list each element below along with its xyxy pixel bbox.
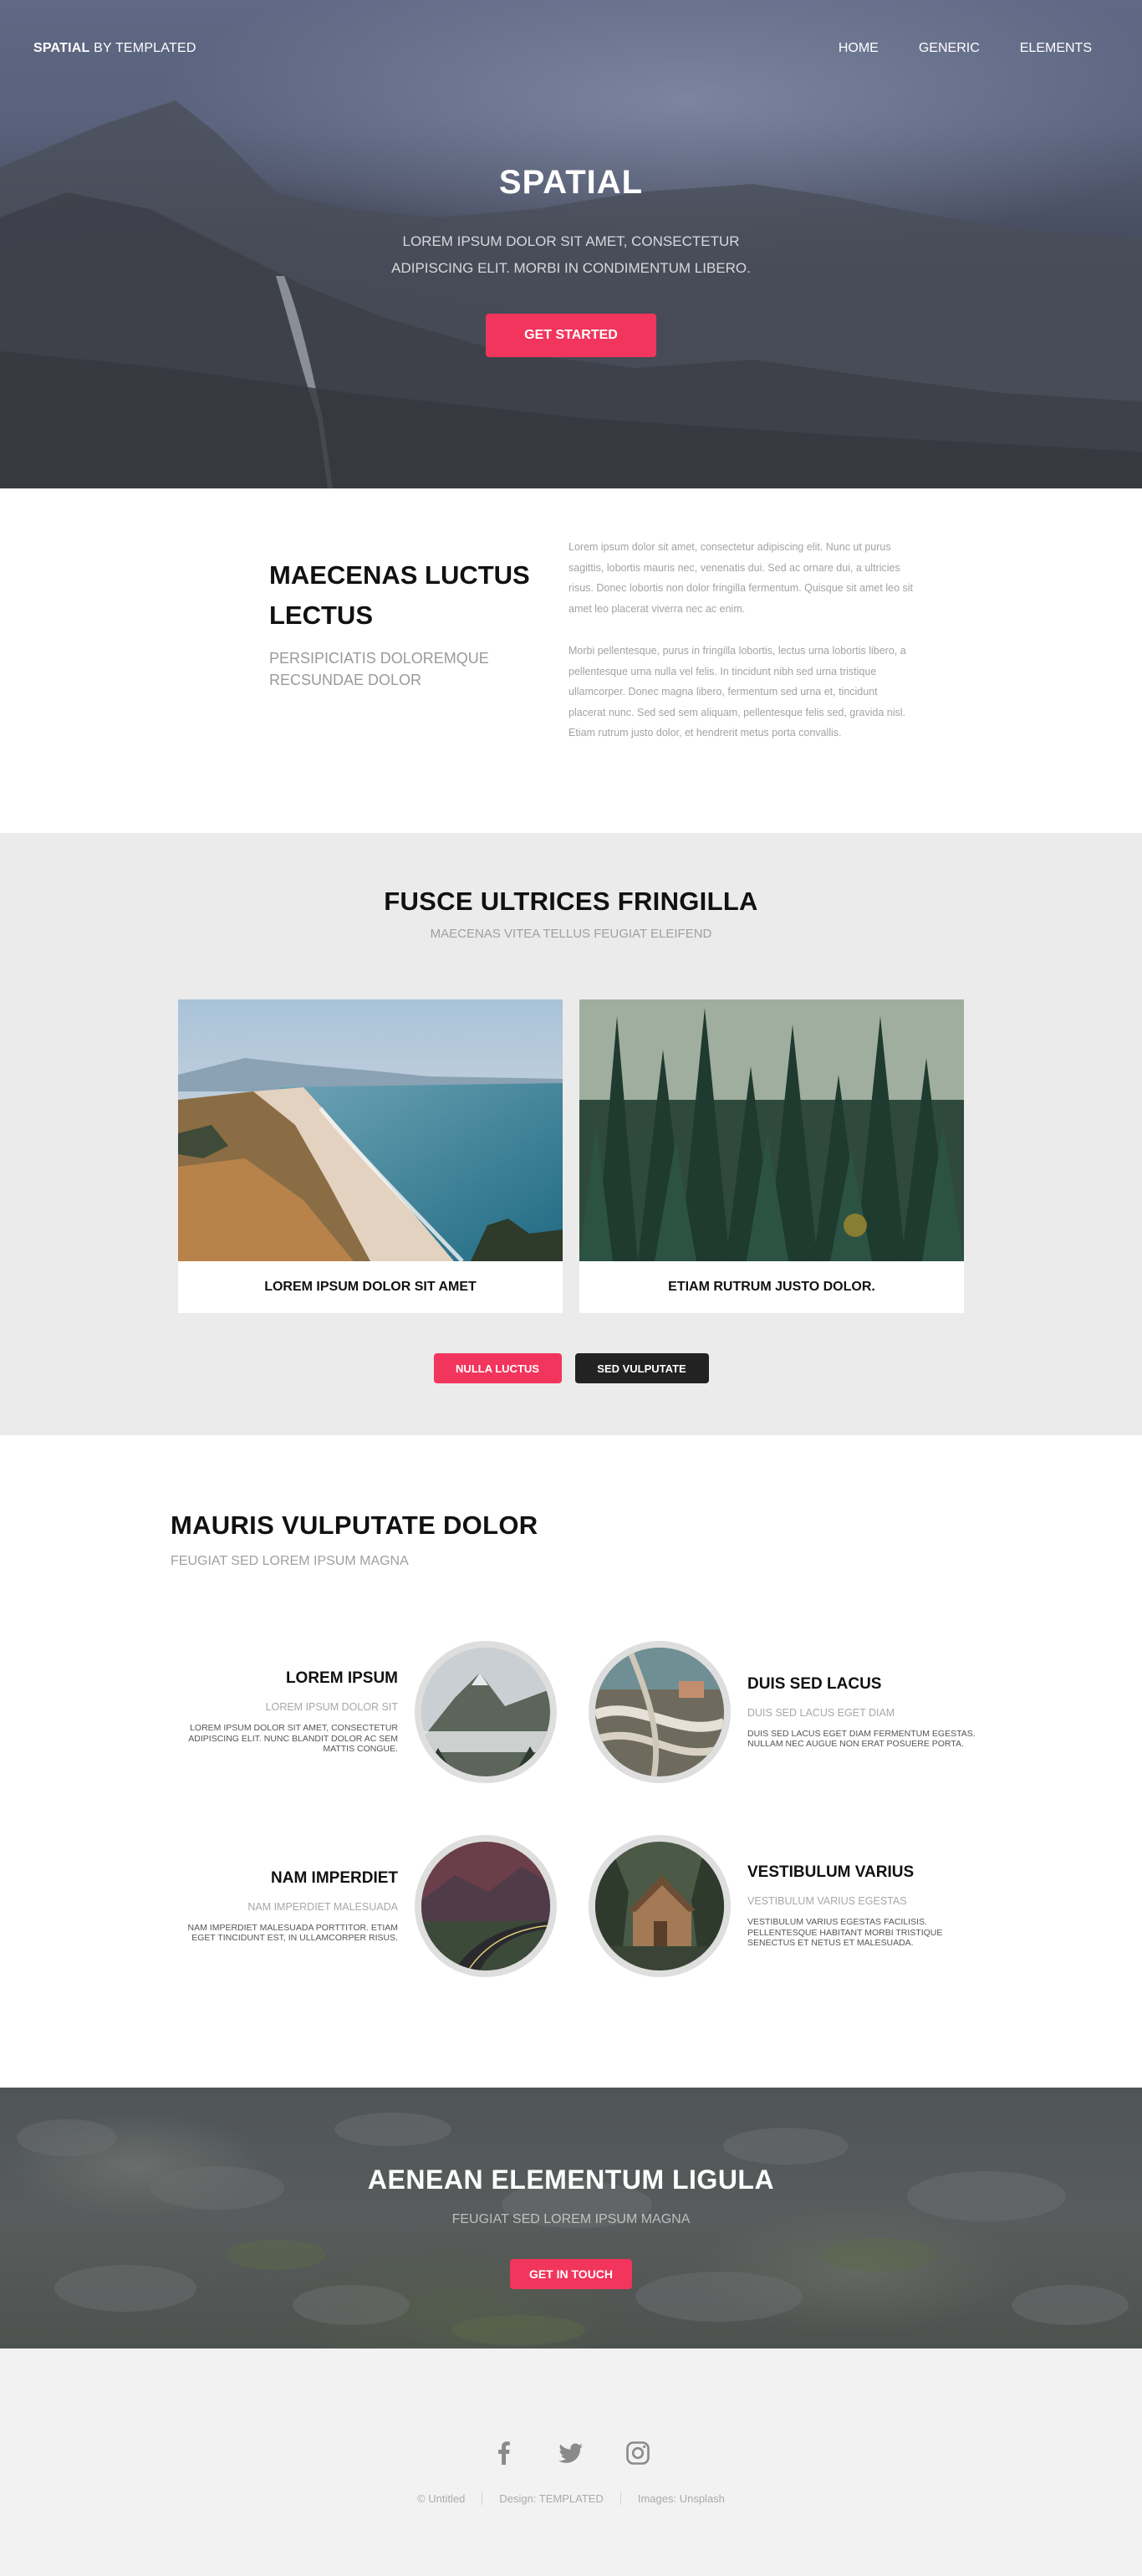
- get-started-button[interactable]: GET STARTED: [486, 314, 656, 357]
- misty-mountain-image: [421, 1648, 550, 1776]
- features-section: MAURIS VULPUTATE DOLOR FEUGIAT SED LOREM…: [0, 1435, 1142, 2088]
- design-credit-link[interactable]: Design: TEMPLATED: [482, 2492, 620, 2505]
- main-nav: HOME GENERIC ELEMENTS: [798, 41, 1092, 56]
- gallery-button-group: NULLA LUCTUS SED VULPUTATE: [0, 1353, 1142, 1383]
- feature-title: LOREM IPSUM: [285, 1669, 398, 1688]
- card-caption: LOREM IPSUM DOLOR SIT AMET: [264, 1280, 477, 1294]
- feature-description: DUIS SED LACUS EGET DIAM FERMENTUM EGEST…: [747, 1728, 976, 1750]
- feature-text: VESTIBULUM VARIUS VESTIBULUM VARIUS EGES…: [747, 1863, 981, 1949]
- get-in-touch-button[interactable]: GET IN TOUCH: [510, 2259, 632, 2289]
- cta-subtitle: FEUGIAT SED LOREM IPSUM MAGNA: [451, 2212, 691, 2226]
- forest-image: [579, 999, 964, 1261]
- feature-subtitle: NAM IMPERDIET MALESUADA: [247, 1900, 398, 1913]
- cta-title: AENEAN ELEMENTUM LIGULA: [367, 2165, 775, 2195]
- intro-heading-block: MAECENAS LUCTUS LECTUS PERSIPICIATIS DOL…: [269, 537, 568, 833]
- beach-coast-image: [178, 999, 563, 1261]
- intro-text-block: Lorem ipsum dolor sit amet, consectetur …: [568, 537, 913, 833]
- gallery-cards: LOREM IPSUM DOLOR SIT AMET ETIAM RUTRUM …: [0, 999, 1142, 1313]
- features-subtitle: FEUGIAT SED LOREM IPSUM MAGNA: [171, 1554, 409, 1568]
- instagram-icon[interactable]: [624, 2439, 652, 2467]
- intro-section: MAECENAS LUCTUS LECTUS PERSIPICIATIS DOL…: [0, 488, 1142, 833]
- feature-subtitle: LOREM IPSUM DOLOR SIT: [265, 1701, 398, 1714]
- hero-banner: SPATIAL BY TEMPLATED HOME GENERIC ELEMEN…: [0, 0, 1142, 488]
- nav-elements-link[interactable]: ELEMENTS: [1020, 41, 1092, 56]
- logo-rest-text: BY TEMPLATED: [89, 41, 196, 55]
- gallery-title: FUSCE ULTRICES FRINGILLA: [384, 887, 758, 916]
- gallery-section: FUSCE ULTRICES FRINGILLA MAECENAS VITEA …: [0, 833, 1142, 1435]
- facebook-icon[interactable]: [490, 2439, 518, 2467]
- feature-title: VESTIBULUM VARIUS: [747, 1863, 915, 1882]
- site-footer: © Untitled Design: TEMPLATED Images: Uns…: [0, 2349, 1142, 2576]
- mountain-road-image: [421, 1842, 550, 1970]
- intro-paragraph: Morbi pellentesque, purus in fringilla l…: [568, 645, 906, 739]
- card-caption: ETIAM RUTRUM JUSTO DOLOR.: [668, 1280, 875, 1294]
- feature-item: NAM IMPERDIET NAM IMPERDIET MALESUADA NA…: [164, 1835, 565, 1977]
- nav-home-link[interactable]: HOME: [839, 41, 879, 56]
- feature-image: [589, 1641, 731, 1783]
- copyright-text: © Untitled: [417, 2492, 466, 2505]
- nav-generic-link[interactable]: GENERIC: [919, 41, 980, 56]
- images-credit-link[interactable]: Images: Unsplash: [619, 2492, 742, 2505]
- highway-interchange-image: [595, 1648, 724, 1776]
- feature-image: [589, 1835, 731, 1977]
- nulla-luctus-button[interactable]: NULLA LUCTUS: [433, 1353, 562, 1383]
- feature-item: DUIS SED LACUS DUIS SED LACUS EGET DIAM …: [589, 1641, 990, 1783]
- gallery-card[interactable]: ETIAM RUTRUM JUSTO DOLOR.: [579, 999, 964, 1313]
- feature-text: LOREM IPSUM LOREM IPSUM DOLOR SIT LOREM …: [164, 1669, 398, 1755]
- site-logo[interactable]: SPATIAL BY TEMPLATED: [33, 41, 196, 56]
- cta-content: AENEAN ELEMENTUM LIGULA FEUGIAT SED LORE…: [0, 2165, 1142, 2289]
- hero-subtitle: LOREM IPSUM DOLOR SIT AMET, CONSECTETUR …: [391, 233, 751, 276]
- feature-subtitle: DUIS SED LACUS EGET DIAM: [747, 1706, 895, 1719]
- twitter-icon[interactable]: [557, 2439, 585, 2467]
- feature-image: [415, 1641, 557, 1783]
- intro-title: MAECENAS LUCTUS LECTUS: [269, 560, 530, 630]
- feature-text: NAM IMPERDIET NAM IMPERDIET MALESUADA NA…: [164, 1869, 398, 1944]
- wooden-cabin-image: [595, 1842, 724, 1970]
- footer-credits: © Untitled Design: TEMPLATED Images: Uns…: [0, 2492, 1142, 2505]
- social-links: [0, 2439, 1142, 2467]
- feature-description: NAM IMPERDIET MALESUADA PORTTITOR. ETIAM…: [187, 1922, 398, 1944]
- gallery-subtitle: MAECENAS VITEA TELLUS FEUGIAT ELEIFEND: [430, 927, 712, 941]
- feature-title: NAM IMPERDIET: [271, 1868, 398, 1887]
- feature-subtitle: VESTIBULUM VARIUS EGESTAS: [747, 1895, 907, 1908]
- feature-item: VESTIBULUM VARIUS VESTIBULUM VARIUS EGES…: [589, 1835, 990, 1977]
- hero-content: SPATIAL LOREM IPSUM DOLOR SIT AMET, CONS…: [0, 164, 1142, 357]
- sed-vulputate-button[interactable]: SED VULPUTATE: [574, 1353, 709, 1383]
- feature-image: [415, 1835, 557, 1977]
- site-header: SPATIAL BY TEMPLATED HOME GENERIC ELEMEN…: [0, 0, 1142, 97]
- feature-description: LOREM IPSUM DOLOR SIT AMET, CONSECTETUR …: [188, 1723, 398, 1755]
- feature-description: VESTIBULUM VARIUS EGESTAS FACILISIS. PEL…: [747, 1917, 943, 1949]
- features-title: MAURIS VULPUTATE DOLOR: [171, 1510, 538, 1540]
- gallery-card[interactable]: LOREM IPSUM DOLOR SIT AMET: [178, 999, 563, 1313]
- intro-paragraph: Lorem ipsum dolor sit amet, consectetur …: [568, 541, 913, 615]
- feature-item: LOREM IPSUM LOREM IPSUM DOLOR SIT LOREM …: [164, 1641, 565, 1783]
- intro-subtitle: PERSIPICIATIS DOLOREMQUE RECSUNDAE DOLOR: [269, 650, 489, 688]
- feature-title: DUIS SED LACUS: [747, 1674, 882, 1693]
- logo-bold-text: SPATIAL: [33, 41, 90, 55]
- call-to-action-section: AENEAN ELEMENTUM LIGULA FEUGIAT SED LORE…: [0, 2088, 1142, 2349]
- feature-text: DUIS SED LACUS DUIS SED LACUS EGET DIAM …: [747, 1675, 981, 1750]
- hero-title: SPATIAL: [498, 164, 644, 201]
